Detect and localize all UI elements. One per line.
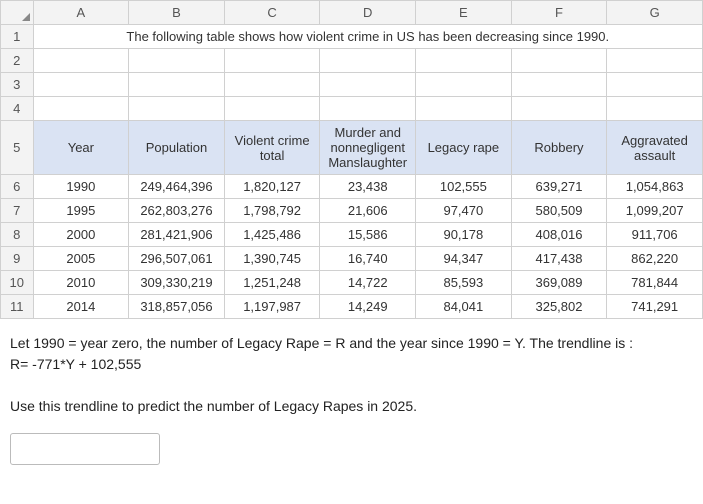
question-line3: Use this trendline to predict the number…	[10, 396, 693, 417]
cell-year[interactable]: 2005	[33, 247, 129, 271]
col-header-b[interactable]: B	[129, 1, 225, 25]
cell[interactable]	[607, 97, 703, 121]
col-header-a[interactable]: A	[33, 1, 129, 25]
cell-asl[interactable]: 1,054,863	[607, 175, 703, 199]
cell-rob[interactable]: 408,016	[511, 223, 607, 247]
hdr-murder[interactable]: Murder and nonnegligent Manslaughter	[320, 121, 416, 175]
cell-rob[interactable]: 580,509	[511, 199, 607, 223]
cell-mur[interactable]: 14,249	[320, 295, 416, 319]
col-header-f[interactable]: F	[511, 1, 607, 25]
cell-pop[interactable]: 318,857,056	[129, 295, 225, 319]
cell-mur[interactable]: 15,586	[320, 223, 416, 247]
question-line1: Let 1990 = year zero, the number of Lega…	[10, 333, 693, 354]
cell-viol[interactable]: 1,251,248	[224, 271, 320, 295]
cell-viol[interactable]: 1,390,745	[224, 247, 320, 271]
col-header-c[interactable]: C	[224, 1, 320, 25]
col-header-g[interactable]: G	[607, 1, 703, 25]
hdr-population[interactable]: Population	[129, 121, 225, 175]
title-cell[interactable]: The following table shows how violent cr…	[33, 25, 702, 49]
cell-rape[interactable]: 85,593	[416, 271, 512, 295]
cell-rape[interactable]: 94,347	[416, 247, 512, 271]
cell[interactable]	[129, 73, 225, 97]
cell[interactable]	[320, 49, 416, 73]
cell-rape[interactable]: 97,470	[416, 199, 512, 223]
row-header-10[interactable]: 10	[1, 271, 34, 295]
cell[interactable]	[416, 49, 512, 73]
row-header-5[interactable]: 5	[1, 121, 34, 175]
cell-year[interactable]: 2010	[33, 271, 129, 295]
row-header-4[interactable]: 4	[1, 97, 34, 121]
cell-asl[interactable]: 1,099,207	[607, 199, 703, 223]
cell-mur[interactable]: 14,722	[320, 271, 416, 295]
cell[interactable]	[33, 97, 129, 121]
row-header-1[interactable]: 1	[1, 25, 34, 49]
cell[interactable]	[607, 49, 703, 73]
row-header-6[interactable]: 6	[1, 175, 34, 199]
cell-rape[interactable]: 102,555	[416, 175, 512, 199]
question-line2: R= -771*Y + 102,555	[10, 354, 693, 375]
cell-asl[interactable]: 862,220	[607, 247, 703, 271]
cell[interactable]	[33, 49, 129, 73]
cell-mur[interactable]: 23,438	[320, 175, 416, 199]
cell[interactable]	[129, 97, 225, 121]
row-header-7[interactable]: 7	[1, 199, 34, 223]
cell-rob[interactable]: 639,271	[511, 175, 607, 199]
cell-year[interactable]: 1995	[33, 199, 129, 223]
cell[interactable]	[129, 49, 225, 73]
cell-mur[interactable]: 21,606	[320, 199, 416, 223]
hdr-robbery[interactable]: Robbery	[511, 121, 607, 175]
cell-asl[interactable]: 781,844	[607, 271, 703, 295]
cell-rob[interactable]: 325,802	[511, 295, 607, 319]
question-block: Let 1990 = year zero, the number of Lega…	[0, 319, 703, 425]
col-header-e[interactable]: E	[416, 1, 512, 25]
row-header-8[interactable]: 8	[1, 223, 34, 247]
answer-input[interactable]	[10, 433, 160, 465]
cell[interactable]	[224, 49, 320, 73]
cell[interactable]	[607, 73, 703, 97]
hdr-rape[interactable]: Legacy rape	[416, 121, 512, 175]
cell-rape[interactable]: 90,178	[416, 223, 512, 247]
cell-pop[interactable]: 296,507,061	[129, 247, 225, 271]
spreadsheet-table: A B C D E F G 1 The following table show…	[0, 0, 703, 319]
col-header-d[interactable]: D	[320, 1, 416, 25]
row-header-2[interactable]: 2	[1, 49, 34, 73]
cell[interactable]	[416, 73, 512, 97]
cell[interactable]	[320, 73, 416, 97]
cell-pop[interactable]: 262,803,276	[129, 199, 225, 223]
cell[interactable]	[320, 97, 416, 121]
cell-viol[interactable]: 1,197,987	[224, 295, 320, 319]
cell-pop[interactable]: 281,421,906	[129, 223, 225, 247]
cell-rape[interactable]: 84,041	[416, 295, 512, 319]
cell[interactable]	[224, 73, 320, 97]
cell-asl[interactable]: 741,291	[607, 295, 703, 319]
hdr-violent[interactable]: Violent crime total	[224, 121, 320, 175]
cell-rob[interactable]: 369,089	[511, 271, 607, 295]
cell[interactable]	[511, 49, 607, 73]
hdr-assault[interactable]: Aggravated assault	[607, 121, 703, 175]
cell-mur[interactable]: 16,740	[320, 247, 416, 271]
cell-viol[interactable]: 1,425,486	[224, 223, 320, 247]
select-all-corner[interactable]	[1, 1, 34, 25]
cell-pop[interactable]: 309,330,219	[129, 271, 225, 295]
cell-rob[interactable]: 417,438	[511, 247, 607, 271]
cell-viol[interactable]: 1,798,792	[224, 199, 320, 223]
row-header-9[interactable]: 9	[1, 247, 34, 271]
cell[interactable]	[33, 73, 129, 97]
cell[interactable]	[224, 97, 320, 121]
cell[interactable]	[416, 97, 512, 121]
cell-year[interactable]: 2014	[33, 295, 129, 319]
hdr-year[interactable]: Year	[33, 121, 129, 175]
cell[interactable]	[511, 73, 607, 97]
cell-asl[interactable]: 911,706	[607, 223, 703, 247]
cell-viol[interactable]: 1,820,127	[224, 175, 320, 199]
cell-pop[interactable]: 249,464,396	[129, 175, 225, 199]
cell[interactable]	[511, 97, 607, 121]
cell-year[interactable]: 2000	[33, 223, 129, 247]
row-header-11[interactable]: 11	[1, 295, 34, 319]
row-header-3[interactable]: 3	[1, 73, 34, 97]
cell-year[interactable]: 1990	[33, 175, 129, 199]
